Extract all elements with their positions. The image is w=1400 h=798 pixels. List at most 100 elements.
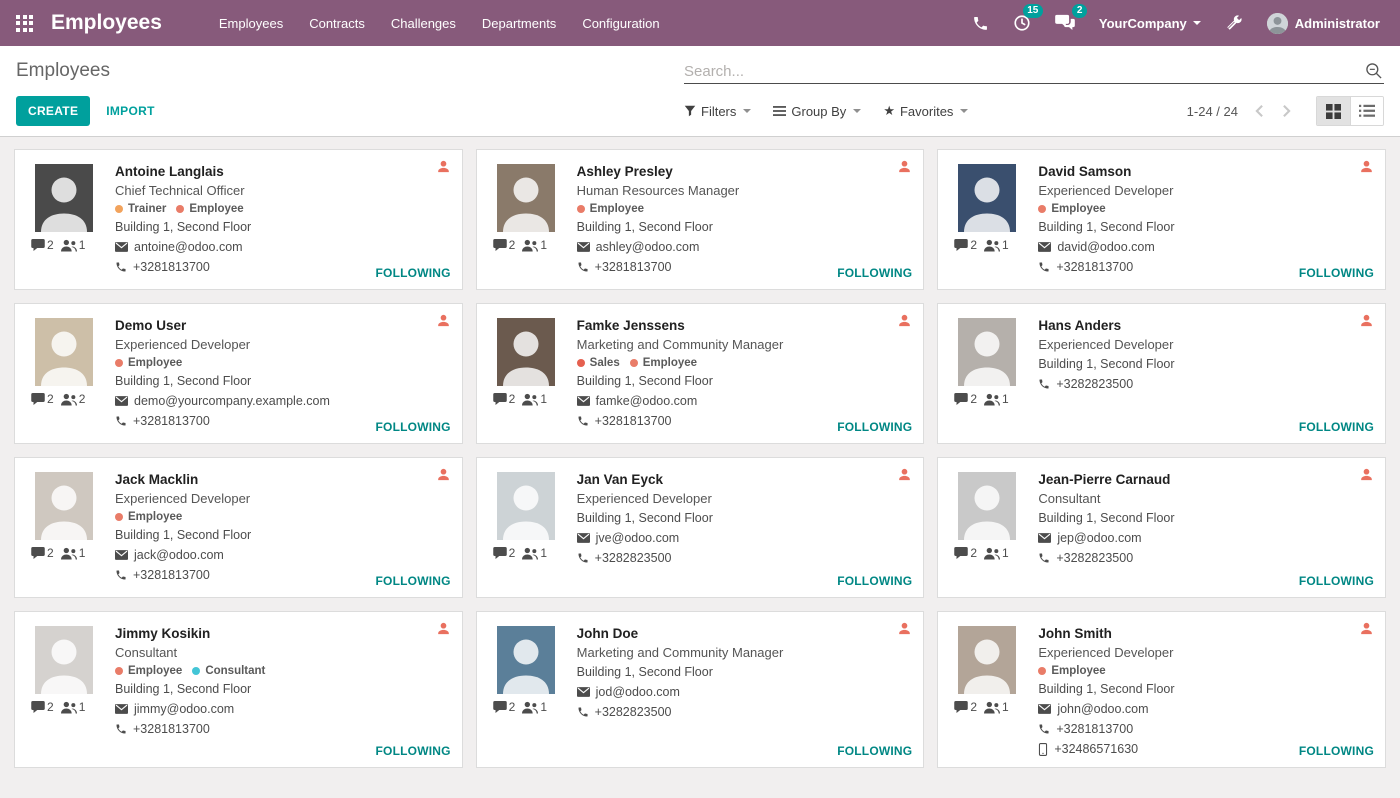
search-icon[interactable] bbox=[1364, 61, 1384, 81]
group-by-dropdown[interactable]: Group By bbox=[773, 104, 861, 119]
employee-email-row[interactable]: david@odoo.com bbox=[1038, 237, 1375, 257]
employee-phone[interactable]: +3281813700 bbox=[595, 411, 672, 431]
employee-card[interactable]: 2 1 Jan Van Eyck Experienced Developer B… bbox=[476, 457, 925, 598]
follower-counter[interactable]: 1 bbox=[61, 238, 86, 252]
debug-tools-button[interactable] bbox=[1215, 8, 1253, 38]
employee-email-row[interactable]: jack@odoo.com bbox=[115, 545, 452, 565]
employee-card[interactable]: 2 1 Jack Macklin Experienced Developer E… bbox=[14, 457, 463, 598]
filters-dropdown[interactable]: Filters bbox=[684, 104, 751, 119]
employee-phone[interactable]: +3282823500 bbox=[595, 548, 672, 568]
create-button[interactable]: CREATE bbox=[16, 96, 90, 126]
favorites-dropdown[interactable]: ★ Favorites bbox=[883, 103, 968, 119]
nav-menu-item-challenges[interactable]: Challenges bbox=[378, 0, 469, 46]
message-counter[interactable]: 2 bbox=[954, 392, 977, 406]
nav-menu-item-employees[interactable]: Employees bbox=[206, 0, 296, 46]
employee-email[interactable]: jve@odoo.com bbox=[596, 528, 680, 548]
apps-menu-icon[interactable] bbox=[16, 15, 33, 32]
employee-phone[interactable]: +3282823500 bbox=[1056, 548, 1133, 568]
following-button[interactable]: FOLLOWING bbox=[837, 574, 912, 588]
nav-menu-item-configuration[interactable]: Configuration bbox=[569, 0, 672, 46]
employee-card[interactable]: 2 1 Hans Anders Experienced Developer Bu… bbox=[937, 303, 1386, 444]
employee-card[interactable]: 2 1 John Doe Marketing and Community Man… bbox=[476, 611, 925, 768]
follower-counter[interactable]: 2 bbox=[61, 392, 86, 406]
follower-counter[interactable]: 1 bbox=[984, 238, 1009, 252]
following-button[interactable]: FOLLOWING bbox=[837, 744, 912, 758]
pager-previous-button[interactable] bbox=[1246, 100, 1273, 122]
activities-button[interactable]: 15 bbox=[1003, 8, 1041, 38]
employee-email-row[interactable]: john@odoo.com bbox=[1038, 699, 1375, 719]
employee-email-row[interactable]: jod@odoo.com bbox=[577, 682, 914, 702]
employee-email[interactable]: jep@odoo.com bbox=[1057, 528, 1141, 548]
nav-menu-item-contracts[interactable]: Contracts bbox=[296, 0, 378, 46]
employee-card[interactable]: 2 1 Jimmy Kosikin Consultant EmployeeCon… bbox=[14, 611, 463, 768]
following-button[interactable]: FOLLOWING bbox=[837, 266, 912, 280]
employee-email[interactable]: jimmy@odoo.com bbox=[134, 699, 234, 719]
following-button[interactable]: FOLLOWING bbox=[376, 266, 451, 280]
import-button[interactable]: IMPORT bbox=[106, 104, 154, 118]
follower-counter[interactable]: 1 bbox=[984, 546, 1009, 560]
voip-phone-button[interactable] bbox=[962, 9, 999, 38]
employee-email[interactable]: famke@odoo.com bbox=[596, 391, 698, 411]
employee-card[interactable]: 2 1 John Smith Experienced Developer Emp… bbox=[937, 611, 1386, 768]
employee-email[interactable]: jack@odoo.com bbox=[134, 545, 224, 565]
following-button[interactable]: FOLLOWING bbox=[376, 420, 451, 434]
user-menu[interactable]: Administrator bbox=[1257, 7, 1384, 40]
following-button[interactable]: FOLLOWING bbox=[376, 574, 451, 588]
employee-mobile[interactable]: +32486571630 bbox=[1054, 739, 1138, 759]
follower-counter[interactable]: 1 bbox=[984, 700, 1009, 714]
nav-menu-item-departments[interactable]: Departments bbox=[469, 0, 569, 46]
search-input[interactable] bbox=[684, 63, 1364, 80]
employee-email-row[interactable]: demo@yourcompany.example.com bbox=[115, 391, 452, 411]
employee-email-row[interactable]: ashley@odoo.com bbox=[577, 237, 914, 257]
employee-card[interactable]: 2 1 Famke Jenssens Marketing and Communi… bbox=[476, 303, 925, 444]
follower-counter[interactable]: 1 bbox=[522, 546, 547, 560]
message-counter[interactable]: 2 bbox=[954, 700, 977, 714]
employee-email-row[interactable]: antoine@odoo.com bbox=[115, 237, 452, 257]
employee-phone[interactable]: +3281813700 bbox=[133, 719, 210, 739]
employee-card[interactable]: 2 1 Antoine Langlais Chief Technical Off… bbox=[14, 149, 463, 290]
follower-counter[interactable]: 1 bbox=[984, 392, 1009, 406]
employee-phone-row[interactable]: +3282823500 bbox=[1038, 374, 1375, 394]
follower-counter[interactable]: 1 bbox=[522, 238, 547, 252]
message-counter[interactable]: 2 bbox=[493, 700, 516, 714]
follower-counter[interactable]: 1 bbox=[61, 546, 86, 560]
following-button[interactable]: FOLLOWING bbox=[1299, 420, 1374, 434]
employee-card[interactable]: 2 2 Demo User Experienced Developer Empl… bbox=[14, 303, 463, 444]
list-view-button[interactable] bbox=[1350, 97, 1383, 125]
employee-email[interactable]: demo@yourcompany.example.com bbox=[134, 391, 330, 411]
employee-email-row[interactable]: jve@odoo.com bbox=[577, 528, 914, 548]
employee-phone-row[interactable]: +3282823500 bbox=[577, 548, 914, 568]
employee-phone[interactable]: +3282823500 bbox=[595, 702, 672, 722]
follower-counter[interactable]: 1 bbox=[61, 700, 86, 714]
following-button[interactable]: FOLLOWING bbox=[837, 420, 912, 434]
message-counter[interactable]: 2 bbox=[31, 700, 54, 714]
message-counter[interactable]: 2 bbox=[31, 546, 54, 560]
employee-card[interactable]: 2 1 David Samson Experienced Developer E… bbox=[937, 149, 1386, 290]
messages-button[interactable]: 2 bbox=[1045, 8, 1085, 38]
employee-phone-row[interactable]: +3281813700 bbox=[1038, 719, 1375, 739]
employee-phone[interactable]: +3281813700 bbox=[133, 257, 210, 277]
employee-email[interactable]: antoine@odoo.com bbox=[134, 237, 243, 257]
follower-counter[interactable]: 1 bbox=[522, 392, 547, 406]
following-button[interactable]: FOLLOWING bbox=[376, 744, 451, 758]
employee-card[interactable]: 2 1 Jean-Pierre Carnaud Consultant Build… bbox=[937, 457, 1386, 598]
message-counter[interactable]: 2 bbox=[954, 238, 977, 252]
employee-card[interactable]: 2 1 Ashley Presley Human Resources Manag… bbox=[476, 149, 925, 290]
message-counter[interactable]: 2 bbox=[493, 238, 516, 252]
kanban-view-button[interactable] bbox=[1317, 97, 1350, 125]
employee-phone[interactable]: +3281813700 bbox=[1056, 257, 1133, 277]
employee-phone-row[interactable]: +3282823500 bbox=[577, 702, 914, 722]
employee-phone[interactable]: +3281813700 bbox=[133, 565, 210, 585]
employee-phone[interactable]: +3281813700 bbox=[133, 411, 210, 431]
following-button[interactable]: FOLLOWING bbox=[1299, 574, 1374, 588]
follower-counter[interactable]: 1 bbox=[522, 700, 547, 714]
pager-next-button[interactable] bbox=[1273, 100, 1300, 122]
employee-email-row[interactable]: jimmy@odoo.com bbox=[115, 699, 452, 719]
app-brand-title[interactable]: Employees bbox=[51, 11, 162, 35]
employee-email[interactable]: david@odoo.com bbox=[1057, 237, 1154, 257]
employee-phone-row[interactable]: +3282823500 bbox=[1038, 548, 1375, 568]
following-button[interactable]: FOLLOWING bbox=[1299, 744, 1374, 758]
message-counter[interactable]: 2 bbox=[31, 238, 54, 252]
employee-phone[interactable]: +3282823500 bbox=[1056, 374, 1133, 394]
employee-phone[interactable]: +3281813700 bbox=[1056, 719, 1133, 739]
